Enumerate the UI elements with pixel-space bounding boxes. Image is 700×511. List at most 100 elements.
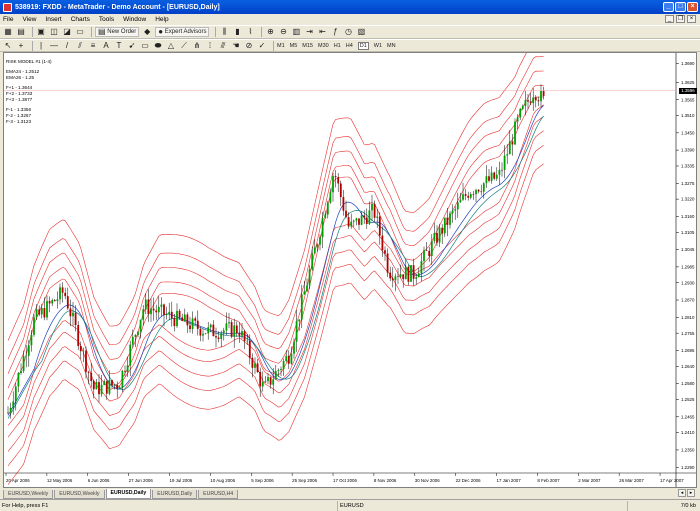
candle-body bbox=[129, 344, 132, 366]
gann-icon[interactable]: ⟋ bbox=[179, 41, 189, 51]
candle-body bbox=[204, 333, 207, 334]
crosshair-icon[interactable]: + bbox=[16, 41, 26, 51]
candle-body bbox=[358, 218, 360, 225]
candlestick-icon[interactable]: ▮ bbox=[232, 27, 242, 37]
candle-body bbox=[342, 197, 345, 211]
menu-file[interactable]: File bbox=[3, 16, 13, 23]
menu-view[interactable]: View bbox=[22, 16, 36, 23]
tab-eurusd-daily-1[interactable]: EURUSD,Daily bbox=[105, 489, 152, 499]
child-restore-button[interactable]: ❐ bbox=[676, 15, 685, 23]
timeframe-h4[interactable]: H4 bbox=[346, 43, 353, 49]
new-order-button[interactable]: ▤ New Order bbox=[95, 27, 140, 37]
price-tick-label: 1.2810 bbox=[681, 315, 695, 320]
regression-icon[interactable]: ⫻ bbox=[218, 41, 228, 51]
candle-body bbox=[90, 372, 93, 382]
candle-body bbox=[329, 192, 332, 203]
tab-eurusd-daily-2[interactable]: EURUSD,Daily bbox=[152, 490, 198, 499]
candle-body bbox=[410, 265, 412, 282]
line-chart-icon[interactable]: ⌇ bbox=[245, 27, 255, 37]
envelope-band-line bbox=[7, 56, 544, 360]
menu-tools[interactable]: Tools bbox=[99, 16, 114, 23]
zoom-out-icon[interactable]: ⊖ bbox=[278, 27, 288, 37]
menu-insert[interactable]: Insert bbox=[45, 16, 61, 23]
data-window-icon[interactable]: ◫ bbox=[49, 27, 59, 37]
thumbs-icon[interactable]: ☚ bbox=[231, 41, 241, 51]
expert-advisors-button[interactable]: ● Expert Advisors bbox=[155, 27, 210, 37]
label-icon[interactable]: T bbox=[114, 41, 124, 51]
rectangle-icon[interactable]: ▭ bbox=[140, 41, 150, 51]
candle-body bbox=[225, 323, 228, 331]
auto-scroll-icon[interactable]: ⇥ bbox=[304, 27, 314, 37]
tab-eurusd-h4[interactable]: EURUSD,H4 bbox=[198, 490, 239, 499]
pitchfork-icon[interactable]: ⋔ bbox=[192, 41, 202, 51]
vertical-line-icon[interactable]: | bbox=[36, 41, 46, 51]
horizontal-line-icon[interactable]: — bbox=[49, 41, 59, 51]
profiles-icon[interactable]: ▤ bbox=[16, 27, 26, 37]
timeframe-mn[interactable]: MN bbox=[387, 43, 396, 49]
bar-chart-icon[interactable]: ⫼ bbox=[219, 27, 229, 37]
tile-windows-icon[interactable]: ▥ bbox=[291, 27, 301, 37]
timeframe-w1[interactable]: W1 bbox=[374, 43, 382, 49]
expert-advisors-icon: ● bbox=[158, 27, 164, 36]
triangle-icon[interactable]: △ bbox=[166, 41, 176, 51]
menu-window[interactable]: Window bbox=[123, 16, 146, 23]
child-minimize-button[interactable]: _ bbox=[665, 15, 674, 23]
periods-icon[interactable]: ◷ bbox=[343, 27, 353, 37]
candle-body bbox=[404, 266, 407, 280]
tab-scroll-left-icon[interactable]: ◂ bbox=[678, 489, 686, 497]
menu-charts[interactable]: Charts bbox=[71, 16, 90, 23]
menu-help[interactable]: Help bbox=[155, 16, 168, 23]
price-chart[interactable]: 1.3690 1.3625 1.3565 1.3510 1.3450 1.3390 1.33… bbox=[3, 52, 697, 488]
title-bar[interactable]: 538919: FXDD - MetaTrader - Demo Account… bbox=[0, 0, 700, 14]
templates-icon[interactable]: ▧ bbox=[356, 27, 366, 37]
chart-shift-icon[interactable]: ⇤ bbox=[317, 27, 327, 37]
candle-body bbox=[269, 377, 272, 385]
candle-body bbox=[274, 371, 277, 380]
stop-icon[interactable]: ⊘ bbox=[244, 41, 254, 51]
candle-body bbox=[168, 311, 171, 315]
timeframe-m5[interactable]: M5 bbox=[290, 43, 298, 49]
terminal-icon[interactable]: ▭ bbox=[75, 27, 85, 37]
tab-scroll-right-icon[interactable]: ▸ bbox=[687, 489, 695, 497]
cycle-lines-icon[interactable]: ⁞ bbox=[205, 41, 215, 51]
arrows-icon[interactable]: ➹ bbox=[127, 41, 137, 51]
market-watch-icon[interactable]: ▣ bbox=[36, 27, 46, 37]
zoom-in-icon[interactable]: ⊕ bbox=[265, 27, 275, 37]
indicators-icon[interactable]: ƒ bbox=[330, 27, 340, 37]
candle-body bbox=[423, 250, 425, 262]
date-tick-label: 26 Mar 2007 bbox=[619, 478, 644, 483]
timeframe-d1[interactable]: D1 bbox=[357, 41, 369, 50]
check-icon[interactable]: ✓ bbox=[257, 41, 267, 51]
price-tick-label: 1.3160 bbox=[681, 214, 695, 219]
trendline-icon[interactable]: / bbox=[62, 41, 72, 51]
chart-canvas[interactable]: 1.3690 1.3625 1.3565 1.3510 1.3450 1.3390 1.33… bbox=[4, 53, 696, 487]
candle-body bbox=[482, 183, 485, 192]
text-icon[interactable]: A bbox=[101, 41, 111, 51]
timeframe-h1[interactable]: H1 bbox=[334, 43, 341, 49]
navigator-icon[interactable]: ◪ bbox=[62, 27, 72, 37]
candle-body bbox=[189, 325, 191, 330]
timeframe-m1[interactable]: M1 bbox=[277, 43, 285, 49]
candle-body bbox=[337, 177, 340, 184]
timeframe-m30[interactable]: M30 bbox=[318, 43, 329, 49]
timeframe-m15[interactable]: M15 bbox=[302, 43, 313, 49]
candle-body bbox=[7, 412, 9, 414]
minimize-button[interactable]: _ bbox=[663, 2, 674, 12]
channel-icon[interactable]: ⫽ bbox=[75, 41, 85, 51]
fibonacci-icon[interactable]: ≡ bbox=[88, 41, 98, 51]
candle-body bbox=[420, 261, 423, 274]
candle-body bbox=[14, 386, 17, 402]
new-chart-icon[interactable]: ▦ bbox=[3, 27, 13, 37]
ellipse-icon[interactable]: ⬬ bbox=[153, 41, 163, 51]
candle-body bbox=[313, 247, 316, 254]
tab-eurusd-weekly-1[interactable]: EURUSD,Weekly bbox=[3, 490, 54, 499]
tab-eurusd-weekly-2[interactable]: EURUSD,Weekly bbox=[54, 490, 105, 499]
close-button[interactable]: × bbox=[687, 2, 698, 12]
maximize-button[interactable]: □ bbox=[675, 2, 686, 12]
cursor-icon[interactable]: ↖ bbox=[3, 41, 13, 51]
child-close-button[interactable]: × bbox=[687, 15, 696, 23]
metatrader-window: 538919: FXDD - MetaTrader - Demo Account… bbox=[0, 0, 700, 511]
candle-body bbox=[66, 296, 69, 309]
metaeditor-icon[interactable]: ◆ bbox=[142, 27, 152, 37]
candle-body bbox=[12, 401, 15, 408]
